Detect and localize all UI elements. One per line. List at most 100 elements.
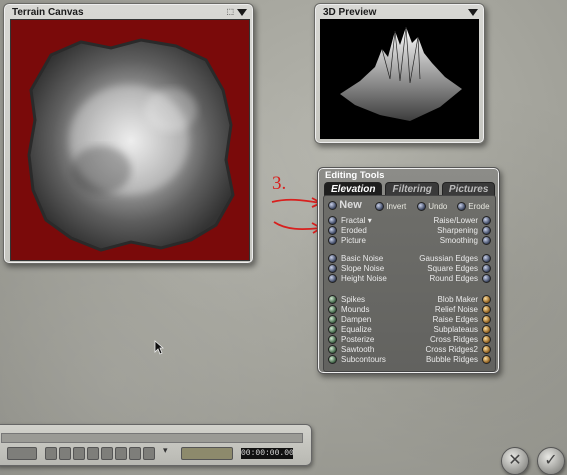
tool-sharpening[interactable]: Sharpening (437, 226, 491, 236)
timeline-track[interactable] (1, 433, 303, 443)
equalize-radio-icon[interactable] (328, 325, 337, 335)
basic-noise-radio-icon[interactable] (328, 254, 337, 264)
invert-radio-icon[interactable] (375, 202, 384, 212)
tool-picture[interactable]: Picture (328, 236, 366, 246)
undo-radio-icon[interactable] (417, 202, 426, 212)
record-button[interactable] (143, 447, 155, 460)
sawtooth-label: Sawtooth (341, 345, 375, 354)
tab-filtering[interactable]: Filtering (385, 182, 439, 196)
tool-spikes[interactable]: Spikes (328, 295, 365, 305)
tab-elevation[interactable]: Elevation (324, 182, 383, 196)
editing-tools-panel: Editing Tools Elevation Filtering Pictur… (317, 167, 500, 374)
spikes-radio-icon[interactable] (328, 295, 337, 305)
new-radio-icon[interactable] (328, 201, 337, 211)
blob-maker-radio-icon[interactable] (482, 295, 491, 305)
tab-pictures[interactable]: Pictures (441, 182, 496, 196)
fractal-radio-icon[interactable] (328, 216, 337, 226)
gaussian-edges-label: Gaussian Edges (419, 254, 478, 263)
ok-button[interactable]: ✓ (537, 447, 565, 475)
cross-ridges2-radio-icon[interactable] (482, 345, 491, 355)
raise-edges-radio-icon[interactable] (482, 315, 491, 325)
round-edges-label: Round Edges (429, 274, 478, 283)
tool-equalize[interactable]: Equalize (328, 325, 372, 335)
relief-noise-radio-icon[interactable] (482, 305, 491, 315)
undo-option[interactable]: Undo (417, 202, 447, 212)
tool-sawtooth[interactable]: Sawtooth (328, 345, 375, 355)
tool-basic-noise[interactable]: Basic Noise (328, 254, 383, 264)
preview-panel: 3D Preview (314, 3, 485, 144)
keyframe-controls[interactable] (181, 447, 233, 460)
cancel-button[interactable]: ✕ (501, 447, 529, 475)
tool-raise-edges[interactable]: Raise Edges (432, 315, 491, 325)
mouse-cursor-icon (154, 340, 164, 355)
invert-label: Invert (386, 202, 407, 211)
tool-bubble-ridges[interactable]: Bubble Ridges (425, 355, 491, 365)
cross-ridges-label: Cross Ridges (429, 335, 478, 344)
resize-icon[interactable]: ⬚ (226, 7, 234, 16)
chevron-down-icon[interactable]: ▾ (163, 445, 168, 456)
tool-square-edges[interactable]: Square Edges (427, 264, 491, 274)
raise-edges-label: Raise Edges (432, 315, 478, 324)
terrain-menu-arrow-icon[interactable] (237, 9, 247, 16)
tool-cross-ridges[interactable]: Cross Ridges (429, 335, 491, 345)
tool-relief-noise[interactable]: Relief Noise (435, 305, 491, 315)
tool-subplateaus[interactable]: Subplateaus (434, 325, 491, 335)
tool-raise-lower[interactable]: Raise/Lower (434, 216, 491, 226)
bubble-ridges-label: Bubble Ridges (425, 355, 478, 364)
dampen-radio-icon[interactable] (328, 315, 337, 325)
new-row: New (328, 199, 362, 211)
slope-noise-label: Slope Noise (341, 264, 385, 273)
sharpening-radio-icon[interactable] (482, 226, 491, 236)
timeline-start-button[interactable] (7, 447, 37, 460)
tool-subcontours[interactable]: Subcontours (328, 355, 386, 365)
cross-ridges-radio-icon[interactable] (482, 335, 491, 345)
dropdown-arrow-icon[interactable]: ▾ (368, 216, 372, 225)
eroded-radio-icon[interactable] (328, 226, 337, 236)
square-edges-radio-icon[interactable] (482, 264, 491, 274)
loop-button[interactable] (129, 447, 141, 460)
bubble-ridges-radio-icon[interactable] (482, 355, 491, 365)
invert-option[interactable]: Invert (375, 202, 407, 212)
tool-round-edges[interactable]: Round Edges (429, 274, 491, 284)
preview-menu-arrow-icon[interactable] (468, 9, 478, 16)
step-forward-button[interactable] (101, 447, 113, 460)
smoothing-radio-icon[interactable] (482, 236, 491, 246)
round-edges-radio-icon[interactable] (482, 274, 491, 284)
go-last-button[interactable] (115, 447, 127, 460)
tool-posterize[interactable]: Posterize (328, 335, 375, 345)
tool-smoothing[interactable]: Smoothing (440, 236, 491, 246)
tool-height-noise[interactable]: Height Noise (328, 274, 387, 284)
tool-slope-noise[interactable]: Slope Noise (328, 264, 385, 274)
height-noise-radio-icon[interactable] (328, 274, 337, 284)
stop-button[interactable] (73, 447, 85, 460)
tool-mounds[interactable]: Mounds (328, 305, 369, 315)
step-back-button[interactable] (59, 447, 71, 460)
posterize-radio-icon[interactable] (328, 335, 337, 345)
subcontours-radio-icon[interactable] (328, 355, 337, 365)
tool-gaussian-edges[interactable]: Gaussian Edges (419, 254, 491, 264)
tool-fractal[interactable]: Fractal ▾ (328, 216, 372, 226)
play-button[interactable] (87, 447, 99, 460)
raise-lower-radio-icon[interactable] (482, 216, 491, 226)
tool-dampen[interactable]: Dampen (328, 315, 371, 325)
sawtooth-radio-icon[interactable] (328, 345, 337, 355)
go-first-button[interactable] (45, 447, 57, 460)
mounds-radio-icon[interactable] (328, 305, 337, 315)
picture-radio-icon[interactable] (328, 236, 337, 246)
gaussian-edges-radio-icon[interactable] (482, 254, 491, 264)
tool-cross-ridges2[interactable]: Cross Ridges2 (425, 345, 491, 355)
posterize-label: Posterize (341, 335, 375, 344)
terrain-canvas[interactable] (10, 19, 250, 261)
slope-noise-radio-icon[interactable] (328, 264, 337, 274)
cross-ridges2-label: Cross Ridges2 (425, 345, 478, 354)
sharpening-label: Sharpening (437, 226, 478, 235)
subplateaus-radio-icon[interactable] (482, 325, 491, 335)
new-button[interactable]: New (339, 199, 362, 211)
tool-blob-maker[interactable]: Blob Maker (438, 295, 491, 305)
editing-tabs: Elevation Filtering Pictures (324, 182, 496, 196)
preview-viewport[interactable] (320, 19, 479, 139)
tool-eroded[interactable]: Eroded (328, 226, 367, 236)
eroded-label: Eroded (341, 226, 367, 235)
erode-radio-icon[interactable] (457, 202, 466, 212)
erode-option[interactable]: Erode (457, 202, 490, 212)
